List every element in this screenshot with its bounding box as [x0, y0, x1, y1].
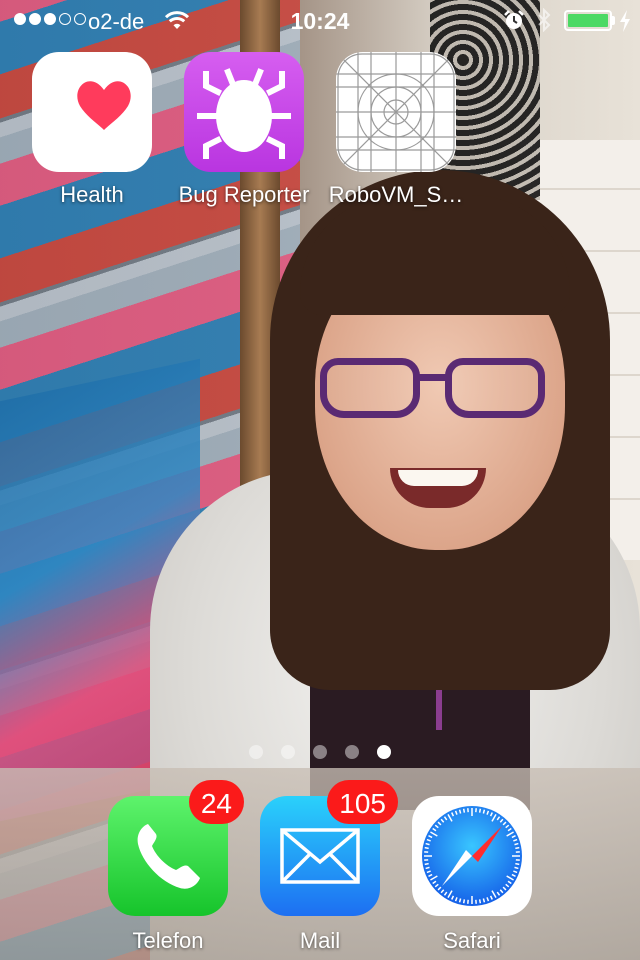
app-health[interactable]: Health: [17, 52, 167, 208]
battery-tip: [612, 16, 615, 25]
template-grid-icon: [336, 52, 456, 172]
app-label: RoboVM_S…: [328, 182, 464, 207]
dock: 24 Telefon 105 Mail Safari: [0, 768, 640, 960]
heart-icon: [32, 52, 152, 172]
notification-badge: 105: [327, 780, 398, 824]
app-label: Mail: [299, 928, 341, 953]
app-label: Telefon: [132, 928, 204, 953]
dock-app-phone[interactable]: 24 Telefon: [93, 780, 244, 954]
page-dot[interactable]: [249, 745, 263, 759]
dock-app-safari[interactable]: Safari: [397, 796, 547, 954]
app-label: Bug Reporter: [178, 182, 310, 207]
page-dot[interactable]: [281, 745, 295, 759]
wallpaper-glasses: [320, 358, 550, 420]
alarm-icon: [504, 10, 524, 29]
app-robovm-sample[interactable]: RoboVM_S…: [321, 52, 471, 208]
app-label: Safari: [443, 928, 501, 953]
notification-badge: 24: [188, 780, 244, 824]
page-dot[interactable]: [313, 745, 327, 759]
bug-icon: [184, 52, 304, 172]
page-dot[interactable]: [345, 745, 359, 759]
battery-icon: [564, 10, 612, 31]
status-bar: o2-de 10:24: [0, 0, 640, 40]
page-dot[interactable]: [377, 745, 391, 759]
wallpaper-teeth: [398, 470, 478, 486]
app-bug-reporter[interactable]: Bug Reporter: [169, 52, 319, 208]
compass-icon: [412, 796, 532, 916]
bluetooth-icon: [538, 8, 551, 32]
page-indicator[interactable]: [0, 745, 640, 759]
app-label: Health: [60, 182, 124, 207]
charging-bolt-icon: [620, 10, 630, 32]
dock-app-mail[interactable]: 105 Mail: [245, 780, 398, 954]
